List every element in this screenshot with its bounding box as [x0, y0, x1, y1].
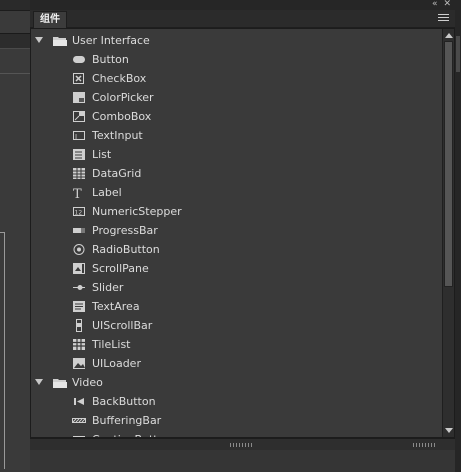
category-label: Video	[72, 376, 103, 389]
textarea-icon	[72, 300, 86, 313]
component-item[interactable]: List	[31, 145, 441, 164]
list-icon	[72, 148, 86, 161]
scrollpane-icon	[72, 262, 86, 275]
vertical-scrollbar[interactable]	[442, 29, 454, 437]
folder-icon	[52, 377, 68, 389]
uiscrollbar-icon	[72, 319, 86, 332]
panel-title-strip: « ✕	[30, 0, 455, 10]
component-item[interactable]: Slider	[31, 278, 441, 297]
component-label: DataGrid	[92, 167, 142, 180]
component-label: ScrollPane	[92, 262, 149, 275]
component-item[interactable]: 12 NumericStepper	[31, 202, 441, 221]
label-icon: T	[72, 186, 86, 202]
progressbar-icon	[72, 224, 86, 237]
svg-text:12: 12	[75, 210, 83, 217]
component-item[interactable]: Button	[31, 50, 441, 69]
component-item[interactable]: T Label	[31, 183, 441, 202]
stage-edge	[0, 232, 5, 469]
component-label: CaptionButton	[92, 430, 171, 437]
component-tree-box: User Interface Button CheckBox ColorPicker C…	[30, 28, 455, 438]
datagrid-icon	[72, 167, 86, 180]
component-label: BackButton	[92, 395, 156, 408]
combobox-icon	[72, 110, 86, 123]
slider-icon	[72, 281, 86, 294]
scroll-down-icon[interactable]	[445, 428, 453, 433]
app-bottom-area	[30, 450, 455, 472]
component-item[interactable]: UIScrollBar	[31, 316, 441, 335]
component-item[interactable]: RadioButton	[31, 240, 441, 259]
tab-components[interactable]: 组件	[33, 11, 67, 28]
component-label: ProgressBar	[92, 224, 158, 237]
app-divider	[0, 73, 30, 74]
component-item[interactable]: DataGrid	[31, 164, 441, 183]
category-label: User Interface	[72, 34, 150, 47]
checkbox-icon	[72, 72, 86, 85]
component-label: TextArea	[92, 300, 140, 313]
scroll-up-icon[interactable]	[445, 33, 453, 38]
component-label: Slider	[92, 281, 124, 294]
backbutton-icon	[72, 395, 86, 408]
component-item[interactable]: TextArea	[31, 297, 441, 316]
svg-text:T: T	[73, 187, 82, 199]
component-label: List	[92, 148, 112, 161]
component-item[interactable]: CaptionButton	[31, 430, 441, 437]
component-label: RadioButton	[92, 243, 160, 256]
component-label: ColorPicker	[92, 91, 154, 104]
svg-text:I: I	[75, 133, 77, 141]
component-label: BufferingBar	[92, 414, 162, 427]
radiobutton-icon	[72, 243, 86, 256]
component-item[interactable]: TileList	[31, 335, 441, 354]
tree-category[interactable]: User Interface	[31, 31, 441, 50]
component-label: UILoader	[92, 357, 141, 370]
component-item[interactable]: UILoader	[31, 354, 441, 373]
component-label: ComboBox	[92, 110, 152, 123]
resize-grip-icon[interactable]	[413, 443, 435, 447]
folder-icon	[52, 35, 68, 47]
component-item[interactable]: BackButton	[31, 392, 441, 411]
uiloader-icon	[72, 357, 86, 370]
panel-tabbar: 组件	[30, 10, 455, 28]
expand-arrow-icon[interactable]	[35, 379, 43, 385]
component-item[interactable]: ComboBox	[31, 107, 441, 126]
component-item[interactable]: BufferingBar	[31, 411, 441, 430]
component-label: NumericStepper	[92, 205, 182, 218]
component-label: Label	[92, 186, 122, 199]
component-item[interactable]: CheckBox	[31, 69, 441, 88]
right-edge-scroll	[456, 36, 460, 72]
scroll-thumb[interactable]	[444, 41, 453, 287]
components-panel: « ✕ 组件 User Interface Button CheckBox Color…	[30, 0, 455, 451]
component-item[interactable]: I TextInput	[31, 126, 441, 145]
component-item[interactable]: ProgressBar	[31, 221, 441, 240]
textinput-icon: I	[72, 129, 86, 142]
button-icon	[72, 53, 86, 66]
captionbutton-icon	[72, 433, 86, 437]
component-label: Button	[92, 53, 129, 66]
component-item[interactable]: ColorPicker	[31, 88, 441, 107]
component-label: TextInput	[92, 129, 143, 142]
tree-category[interactable]: Video	[31, 373, 441, 392]
app-top-strip	[0, 0, 30, 11]
colorpicker-icon	[72, 91, 86, 104]
panel-window-controls: « ✕	[432, 0, 451, 9]
numericstepper-icon: 12	[72, 205, 86, 218]
app-toolbar-strip	[0, 33, 30, 49]
panel-menu-icon[interactable]	[438, 14, 449, 23]
component-tree: User Interface Button CheckBox ColorPicker C…	[31, 29, 441, 437]
component-item[interactable]: ScrollPane	[31, 259, 441, 278]
tilelist-icon	[72, 338, 86, 351]
component-label: CheckBox	[92, 72, 147, 85]
component-label: UIScrollBar	[92, 319, 153, 332]
resize-grip-icon[interactable]	[230, 443, 252, 447]
collapse-icon[interactable]: «	[432, 0, 438, 9]
bufferingbar-icon	[72, 414, 86, 427]
expand-arrow-icon[interactable]	[35, 37, 43, 43]
close-icon[interactable]: ✕	[443, 0, 451, 9]
component-label: TileList	[92, 338, 131, 351]
